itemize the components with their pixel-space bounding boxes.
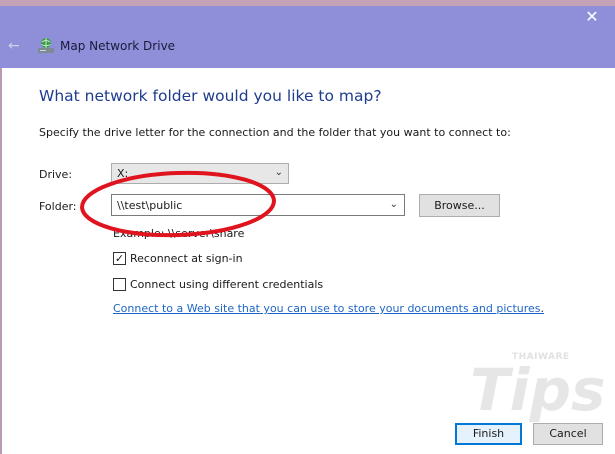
map-network-drive-dialog: ✕ ← Map Network Drive What network folde… (0, 0, 615, 454)
cancel-button[interactable]: Cancel (533, 423, 603, 445)
watermark-brand-large: Tips (470, 356, 606, 424)
finish-button[interactable]: Finish (455, 423, 522, 445)
